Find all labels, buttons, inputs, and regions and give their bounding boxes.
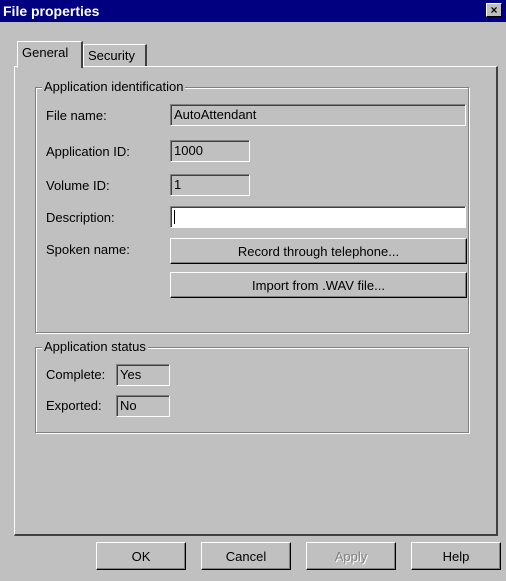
text-caret [174,210,175,224]
volume-id-label: Volume ID: [46,178,110,193]
ok-button[interactable]: OK [96,542,186,570]
app-identification-group: Application identification File name: Au… [35,79,469,333]
file-name-field: AutoAttendant [170,104,466,126]
description-input[interactable] [170,206,466,228]
tab-panel-general: Application identification File name: Au… [14,66,498,536]
exported-label: Exported: [46,398,102,413]
window-title: File properties [3,3,100,19]
title-bar: File properties × [0,0,506,22]
import-button-label: Import from .WAV file... [252,277,385,293]
help-button[interactable]: Help [411,542,501,570]
cancel-button[interactable]: Cancel [201,542,291,570]
apply-button-label: Apply [334,548,368,564]
record-button-label: Record through telephone... [237,243,400,259]
application-id-label: Application ID: [46,144,130,159]
close-icon[interactable]: × [486,3,502,17]
volume-id-field: 1 [170,174,250,196]
file-name-label: File name: [46,108,107,123]
import-wav-button[interactable]: Import from .WAV file... [170,272,467,298]
app-identification-legend: Application identification [42,79,186,94]
spoken-name-label: Spoken name: [46,242,130,257]
tab-general[interactable]: General [17,41,83,68]
complete-label: Complete: [46,367,106,382]
description-label: Description: [46,210,115,225]
app-status-group: Application status Complete: Yes Exporte… [35,339,469,433]
application-id-field: 1000 [170,140,250,162]
record-through-telephone-button[interactable]: Record through telephone... [170,238,467,264]
apply-button[interactable]: Apply [306,542,396,570]
tab-security[interactable]: Security [83,44,147,66]
app-status-legend: Application status [42,339,148,354]
exported-field: No [116,395,170,417]
complete-field: Yes [116,364,170,386]
